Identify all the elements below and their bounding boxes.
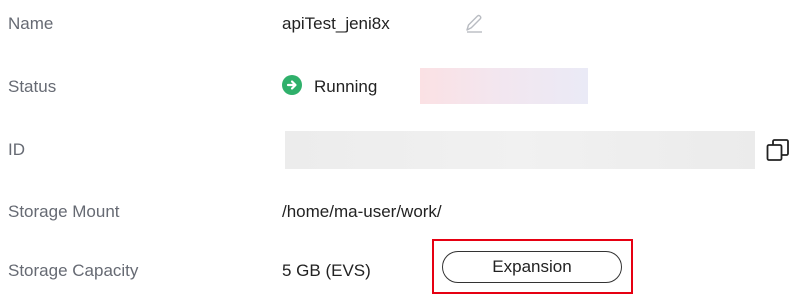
- storage-capacity-label: Storage Capacity: [8, 261, 139, 280]
- copy-icon[interactable]: [765, 137, 791, 163]
- status-value: Running: [314, 77, 378, 96]
- arrow-right-circle-icon: [282, 75, 302, 95]
- edit-icon[interactable]: [463, 12, 485, 34]
- status-label: Status: [8, 77, 57, 96]
- name-label: Name: [8, 14, 54, 33]
- redacted-id-value: [285, 131, 755, 169]
- redacted-status-detail: [420, 68, 588, 104]
- storage-mount-label: Storage Mount: [8, 202, 120, 221]
- expansion-button[interactable]: Expansion: [442, 251, 622, 283]
- id-label: ID: [8, 140, 25, 159]
- storage-capacity-value: 5 GB (EVS): [282, 261, 371, 280]
- name-value: apiTest_jeni8x: [282, 14, 390, 33]
- storage-mount-value: /home/ma-user/work/: [282, 202, 442, 221]
